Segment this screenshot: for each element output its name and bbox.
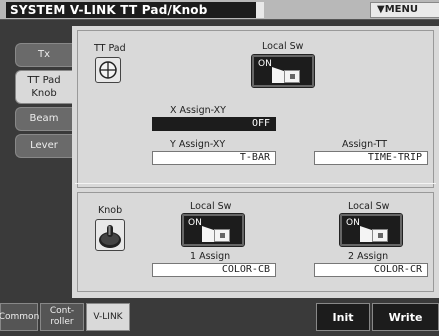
knob-local-sw-1-label: Local Sw	[190, 201, 232, 212]
tab-beam[interactable]: Beam	[15, 107, 72, 131]
window-title: SYSTEM V-LINK TT Pad/Knob	[6, 2, 256, 18]
y-assign-field[interactable]: T-BAR	[152, 151, 276, 165]
assign-1-label: 1 Assign	[190, 251, 231, 262]
knob-icon	[95, 219, 125, 251]
tab-tt-pad-knob[interactable]: TT Pad Knob	[15, 70, 72, 104]
bottom-tab-common[interactable]: Common	[0, 303, 40, 331]
assign-1-field[interactable]: COLOR-CB	[152, 263, 276, 277]
knob-local-sw-2-state: ON	[346, 218, 360, 228]
tab-lever[interactable]: Lever	[15, 134, 72, 158]
x-assign-label: X Assign-XY	[170, 105, 226, 116]
tab-tx[interactable]: Tx	[15, 43, 72, 67]
switch-body-icon	[284, 70, 300, 83]
knob-local-sw-1-state: ON	[188, 218, 202, 228]
tab-knob-label: Knob	[31, 88, 57, 99]
tab-lever-label: Lever	[30, 140, 58, 151]
switch-body-icon	[372, 229, 388, 242]
knob-local-sw-1-toggle[interactable]: ON	[181, 213, 245, 247]
bottom-tab-controller-label-1: Cont-	[49, 306, 75, 316]
tab-tt-pad-label: TT Pad	[27, 75, 61, 86]
tab-beam-label: Beam	[29, 113, 59, 124]
main-panel: TT Pad Local Sw ON X Assign-XY OFF Y Ass…	[72, 26, 439, 298]
bottom-tab-v-link[interactable]: V-LINK	[86, 303, 130, 331]
side-tab-bar: Tx TT Pad Knob Beam Lever	[0, 21, 72, 299]
bottom-tab-common-label: Common	[0, 311, 40, 322]
title-bar: SYSTEM V-LINK TT Pad/Knob ▼MENU	[0, 0, 439, 20]
switch-body-icon	[214, 229, 230, 242]
tt-pad-label: TT Pad	[94, 43, 126, 54]
crosshair-pad-icon	[95, 57, 121, 83]
y-assign-label: Y Assign-XY	[170, 139, 226, 150]
assign-2-field[interactable]: COLOR-CR	[314, 263, 428, 277]
screen: SYSTEM V-LINK TT Pad/Knob ▼MENU Tx TT Pa…	[0, 0, 439, 336]
tab-tx-label: Tx	[37, 49, 51, 60]
section-divider	[75, 183, 436, 184]
title-separator	[256, 2, 264, 18]
bottom-tab-controller[interactable]: Cont- roller	[40, 303, 84, 331]
tt-pad-local-sw-state: ON	[258, 59, 272, 69]
bottom-bar: Common Cont- roller V-LINK Init Write	[0, 299, 439, 336]
tt-pad-section: TT Pad Local Sw ON X Assign-XY OFF Y Ass…	[77, 30, 434, 188]
knob-section: Knob Local Sw ON 1 Assign COLOR-CB Local…	[77, 192, 434, 292]
knob-local-sw-2-label: Local Sw	[348, 201, 390, 212]
assign-tt-label: Assign-TT	[342, 139, 388, 150]
write-button[interactable]: Write	[372, 303, 439, 331]
x-assign-field[interactable]: OFF	[152, 117, 276, 131]
init-button[interactable]: Init	[316, 303, 370, 331]
bottom-tab-v-link-label: V-LINK	[93, 311, 123, 322]
assign-tt-field[interactable]: TIME-TRIP	[314, 151, 428, 165]
menu-button[interactable]: ▼MENU	[370, 2, 439, 18]
knob-label: Knob	[98, 205, 123, 216]
tt-pad-local-sw-toggle[interactable]: ON	[251, 54, 315, 88]
knob-local-sw-2-toggle[interactable]: ON	[339, 213, 403, 247]
assign-2-label: 2 Assign	[348, 251, 389, 262]
bottom-tab-controller-label-2: roller	[50, 317, 74, 327]
tt-pad-local-sw-label: Local Sw	[262, 41, 304, 52]
